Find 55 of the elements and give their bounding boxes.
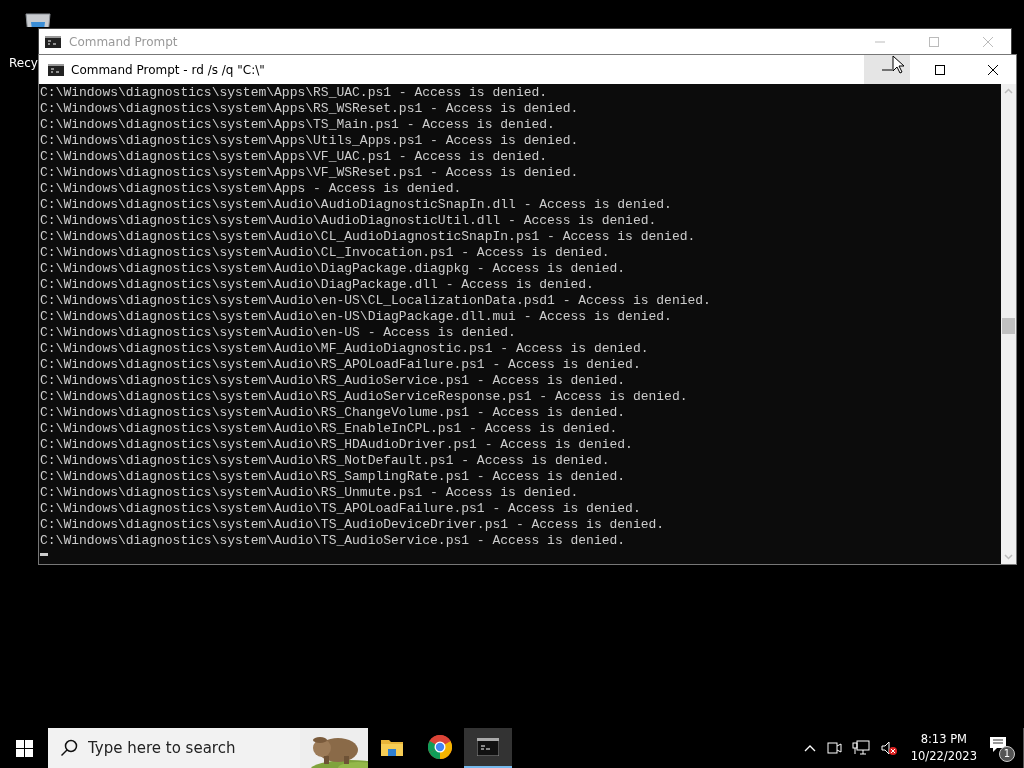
text-cursor — [40, 553, 48, 556]
folder-icon — [381, 738, 403, 756]
scrollbar-thumb[interactable] — [1002, 318, 1015, 334]
console-line: C:\Windows\diagnostics\system\Audio\RS_SamplingRate.ps1 - Access is denied. — [40, 469, 626, 485]
console-line: C:\Windows\diagnostics\system\Audio\RS_ChangeVolume.ps1 - Access is denied. — [40, 405, 626, 421]
maximize-icon — [934, 63, 946, 76]
console-line: C:\Windows\diagnostics\system\Audio\RS_Unmute.ps1 - Access is denied. — [40, 485, 579, 501]
console-line: C:\Windows\diagnostics\system\Apps\VF_WSReset.ps1 - Access is denied. — [40, 165, 579, 181]
console-line: C:\Windows\diagnostics\system\Audio\TS_AudioDeviceDriver.ps1 - Access is denied. — [40, 517, 665, 533]
console-line: C:\Windows\diagnostics\system\Apps\RS_WSReset.ps1 - Access is denied. — [40, 101, 579, 117]
search-field[interactable]: Type here to search — [86, 738, 292, 758]
console-line: C:\Windows\diagnostics\system\Audio\RS_AudioService.ps1 - Access is denied. — [40, 373, 626, 389]
console-line: C:\Windows\diagnostics\system\Apps\VF_UAC.ps1 - Access is denied. — [40, 149, 548, 165]
window-title: Command Prompt - rd /s /q "C:\" — [71, 62, 265, 77]
console-line: C:\Windows\diagnostics\system\Audio\DiagPackage.diagpkg - Access is denied. — [40, 261, 626, 277]
minimize-button[interactable] — [864, 55, 910, 84]
console-line: C:\Windows\diagnostics\system\Audio\RS_HDAudioDriver.ps1 - Access is denied. — [40, 437, 633, 453]
search-bar[interactable]: Type here to search — [48, 728, 368, 768]
console-line: C:\Windows\diagnostics\system\Audio\AudioDiagnosticSnapIn.dll - Access is denied. — [40, 197, 672, 213]
close-icon — [987, 63, 999, 76]
console-line: C:\Windows\diagnostics\system\Apps\RS_UAC.ps1 - Access is denied. — [40, 85, 548, 101]
console-line: C:\Windows\diagnostics\system\Audio\DiagPackage.dll - Access is denied. — [40, 277, 594, 293]
console-line: C:\Windows\diagnostics\system\Audio\CL_Invocation.ps1 - Access is denied. — [40, 245, 610, 261]
browser-icon — [428, 735, 452, 759]
console-line: C:\Windows\diagnostics\system\Audio\RS_NotDefault.ps1 - Access is denied. — [40, 453, 610, 469]
console-line: C:\Windows\diagnostics\system\Audio\AudioDiagnosticUtil.dll - Access is denied. — [40, 213, 657, 229]
speaker-muted-icon[interactable] — [879, 740, 898, 756]
clock-time[interactable]: 8:13 PM — [920, 731, 967, 748]
window-title: Command Prompt — [69, 35, 178, 49]
console-line: C:\Windows\diagnostics\system\Audio\TS_AudioService.ps1 - Access is denied. — [40, 533, 626, 549]
camera-icon[interactable] — [825, 740, 842, 756]
caret-up-icon[interactable] — [803, 744, 816, 752]
windows-logo-icon — [15, 739, 33, 757]
console-line: C:\Windows\diagnostics\system\Audio\RS_AudioServiceResponse.ps1 - Access is denied. — [40, 389, 688, 405]
console-icon — [45, 36, 61, 48]
console-line: C:\Windows\diagnostics\system\Apps - Access is denied. — [40, 181, 462, 197]
network-icon[interactable] — [851, 740, 870, 756]
console-line: C:\Windows\diagnostics\system\Audio\CL_AudioDiagnosticSnapIn.ps1 - Access is denied. — [40, 229, 696, 245]
search-icon — [60, 739, 78, 757]
console-line: C:\Windows\diagnostics\system\Audio\en-US - Access is denied. — [40, 325, 516, 341]
console-line: C:\Windows\diagnostics\system\Audio\en-US\CL_LocalizationData.psd1 - Access is denied. — [40, 293, 711, 309]
console-icon — [48, 63, 64, 76]
notification-icon[interactable] — [989, 736, 1007, 754]
clock-date[interactable]: 10/22/2023 — [910, 748, 977, 765]
notification-count: 1 — [999, 746, 1015, 762]
recycle-bin-label[interactable]: Recy — [9, 56, 38, 70]
console-line: C:\Windows\diagnostics\system\Audio\RS_EnableInCPL.ps1 - Access is denied. — [40, 421, 618, 437]
console-icon — [477, 738, 499, 756]
console-line: C:\Windows\diagnostics\system\Audio\TS_APOLoadFailure.ps1 - Access is denied. — [40, 501, 641, 517]
console-line: C:\Windows\diagnostics\system\Apps\TS_Main.ps1 - Access is denied. — [40, 117, 555, 133]
console-line: C:\Windows\diagnostics\system\Apps\Utils_Apps.ps1 - Access is denied. — [40, 133, 579, 149]
taskbar-app-button[interactable] — [464, 728, 512, 768]
console-line: C:\Windows\diagnostics\system\Audio\RS_APOLoadFailure.ps1 - Access is denied. — [40, 357, 641, 373]
console-line: C:\Windows\diagnostics\system\Audio\en-US\DiagPackage.dll.mui - Access is denied. — [40, 309, 672, 325]
console-line: C:\Windows\diagnostics\system\Audio\MF_AudioDiagnostic.ps1 - Access is denied. — [40, 341, 649, 357]
